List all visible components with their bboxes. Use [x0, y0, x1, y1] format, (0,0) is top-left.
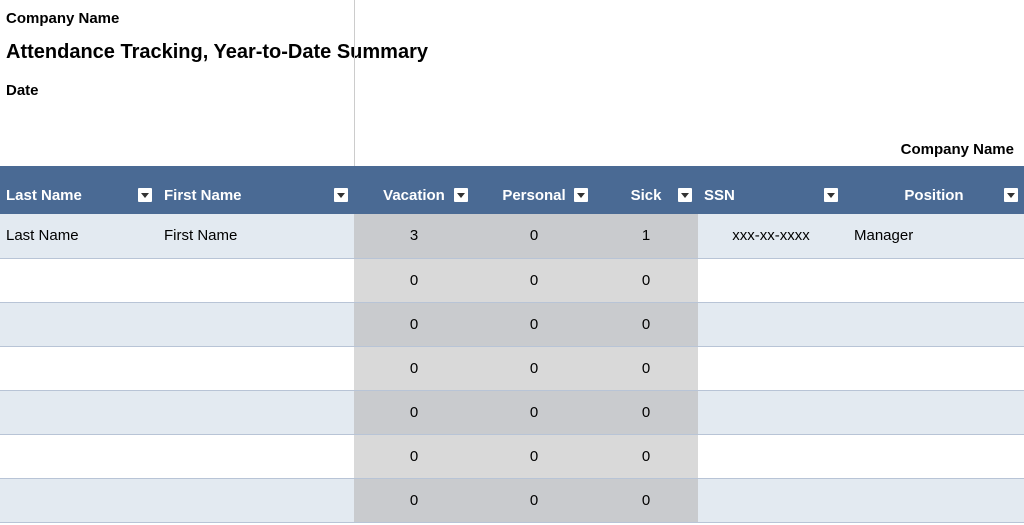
table-header-row: Last Name First Name Vacation Personal S… — [0, 166, 1024, 214]
company-name-right: Company Name — [901, 141, 1014, 158]
cell-personal[interactable]: 0 — [474, 346, 594, 390]
cell-position[interactable] — [844, 478, 1024, 522]
cell-sick[interactable]: 0 — [594, 390, 698, 434]
cell-personal[interactable]: 0 — [474, 434, 594, 478]
attendance-table: Last Name First Name Vacation Personal S… — [0, 166, 1024, 523]
col-label: Last Name — [6, 187, 82, 204]
company-name-top: Company Name — [6, 10, 1018, 27]
cell-first-name[interactable] — [158, 346, 354, 390]
col-vacation[interactable]: Vacation — [354, 166, 474, 214]
col-ssn[interactable]: SSN — [698, 166, 844, 214]
cell-ssn[interactable] — [698, 258, 844, 302]
filter-dropdown-icon[interactable] — [574, 188, 588, 202]
cell-position[interactable] — [844, 302, 1024, 346]
cell-position[interactable] — [844, 390, 1024, 434]
cell-sick[interactable]: 1 — [594, 214, 698, 258]
filter-dropdown-icon[interactable] — [138, 188, 152, 202]
table-row: 000 — [0, 390, 1024, 434]
cell-vacation[interactable]: 3 — [354, 214, 474, 258]
cell-vacation[interactable]: 0 — [354, 302, 474, 346]
cell-first-name[interactable] — [158, 434, 354, 478]
col-label: Personal — [502, 187, 565, 204]
cell-first-name[interactable] — [158, 390, 354, 434]
cell-last-name[interactable]: Last Name — [0, 214, 158, 258]
cell-vacation[interactable]: 0 — [354, 434, 474, 478]
cell-sick[interactable]: 0 — [594, 434, 698, 478]
filter-dropdown-icon[interactable] — [1004, 188, 1018, 202]
cell-ssn[interactable]: xxx-xx-xxxx — [698, 214, 844, 258]
table-row: 000 — [0, 346, 1024, 390]
cell-personal[interactable]: 0 — [474, 390, 594, 434]
table-row: 000 — [0, 434, 1024, 478]
cell-position[interactable] — [844, 346, 1024, 390]
cell-personal[interactable]: 0 — [474, 302, 594, 346]
cell-position[interactable] — [844, 258, 1024, 302]
col-position[interactable]: Position — [844, 166, 1024, 214]
col-label: Sick — [631, 187, 662, 204]
col-last-name[interactable]: Last Name — [0, 166, 158, 214]
report-title: Attendance Tracking, Year-to-Date Summar… — [6, 41, 1018, 64]
cell-ssn[interactable] — [698, 390, 844, 434]
cell-personal[interactable]: 0 — [474, 478, 594, 522]
cell-ssn[interactable] — [698, 346, 844, 390]
filter-dropdown-icon[interactable] — [454, 188, 468, 202]
col-personal[interactable]: Personal — [474, 166, 594, 214]
cell-ssn[interactable] — [698, 478, 844, 522]
cell-last-name[interactable] — [0, 302, 158, 346]
vertical-divider — [354, 0, 355, 166]
filter-dropdown-icon[interactable] — [334, 188, 348, 202]
cell-position[interactable] — [844, 434, 1024, 478]
table-row: 000 — [0, 258, 1024, 302]
table-row: Last NameFirst Name301xxx-xx-xxxxManager — [0, 214, 1024, 258]
filter-dropdown-icon[interactable] — [824, 188, 838, 202]
cell-last-name[interactable] — [0, 258, 158, 302]
col-label: Vacation — [383, 187, 445, 204]
cell-first-name[interactable] — [158, 478, 354, 522]
cell-first-name[interactable]: First Name — [158, 214, 354, 258]
cell-sick[interactable]: 0 — [594, 346, 698, 390]
cell-ssn[interactable] — [698, 302, 844, 346]
col-label: First Name — [164, 187, 242, 204]
cell-last-name[interactable] — [0, 478, 158, 522]
table-row: 000 — [0, 302, 1024, 346]
cell-ssn[interactable] — [698, 434, 844, 478]
col-label: SSN — [704, 187, 735, 204]
cell-last-name[interactable] — [0, 390, 158, 434]
col-label: Position — [904, 187, 963, 204]
col-first-name[interactable]: First Name — [158, 166, 354, 214]
cell-personal[interactable]: 0 — [474, 258, 594, 302]
cell-vacation[interactable]: 0 — [354, 478, 474, 522]
table-row: 000 — [0, 478, 1024, 522]
cell-vacation[interactable]: 0 — [354, 346, 474, 390]
cell-sick[interactable]: 0 — [594, 258, 698, 302]
filter-dropdown-icon[interactable] — [678, 188, 692, 202]
col-sick[interactable]: Sick — [594, 166, 698, 214]
cell-first-name[interactable] — [158, 302, 354, 346]
cell-last-name[interactable] — [0, 346, 158, 390]
cell-personal[interactable]: 0 — [474, 214, 594, 258]
cell-first-name[interactable] — [158, 258, 354, 302]
cell-sick[interactable]: 0 — [594, 302, 698, 346]
cell-last-name[interactable] — [0, 434, 158, 478]
cell-sick[interactable]: 0 — [594, 478, 698, 522]
cell-vacation[interactable]: 0 — [354, 390, 474, 434]
cell-position[interactable]: Manager — [844, 214, 1024, 258]
report-header: Company Name Attendance Tracking, Year-t… — [0, 0, 1024, 166]
cell-vacation[interactable]: 0 — [354, 258, 474, 302]
date-label: Date — [6, 82, 1018, 99]
